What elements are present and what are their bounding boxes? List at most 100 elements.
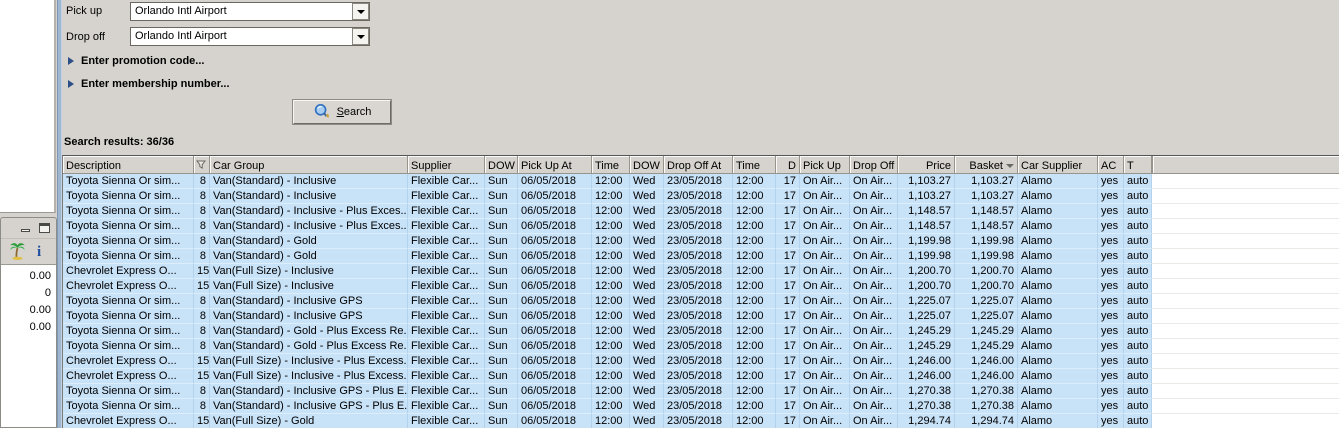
cell-ac[interactable]: yes [1098,264,1124,279]
cell-car_group[interactable]: Van(Full Size) - Inclusive - Plus Excess… [210,354,408,369]
cell-car_group[interactable]: Van(Full Size) - Inclusive - Plus Excess… [210,369,408,384]
cell-drop_off[interactable]: On Air... [850,324,898,339]
cell-supplier[interactable]: Flexible Car... [408,399,485,414]
cell-time2[interactable]: 12:00 [733,369,776,384]
cell-dow2[interactable]: Wed [630,339,664,354]
cell-price[interactable]: 1,148.57 [898,219,955,234]
column-header-price[interactable]: Price [898,156,955,174]
cell-price[interactable]: 1,200.70 [898,279,955,294]
cell-t[interactable]: auto [1124,354,1152,369]
cell-time2[interactable]: 12:00 [733,189,776,204]
cell-car_supplier[interactable]: Alamo [1018,309,1098,324]
cell-time2[interactable]: 12:00 [733,279,776,294]
cell-pick_up_at[interactable]: 06/05/2018 [518,384,592,399]
cell-pick_up[interactable]: On Air... [800,189,850,204]
cell-car_supplier[interactable]: Alamo [1018,219,1098,234]
cell-drop_off[interactable]: On Air... [850,249,898,264]
cell-time2[interactable]: 12:00 [733,324,776,339]
cell-dow2[interactable]: Wed [630,384,664,399]
cell-description[interactable]: Toyota Sienna Or sim... [63,249,194,264]
cell-car_supplier[interactable]: Alamo [1018,414,1098,428]
cell-pick_up_at[interactable]: 06/05/2018 [518,324,592,339]
cell-time2[interactable]: 12:00 [733,354,776,369]
cell-s[interactable]: 15 [194,264,210,279]
cell-time1[interactable]: 12:00 [592,279,630,294]
cell-dow1[interactable]: Sun [485,399,518,414]
cell-time2[interactable]: 12:00 [733,399,776,414]
cell-dow1[interactable]: Sun [485,339,518,354]
cell-ac[interactable]: yes [1098,384,1124,399]
cell-basket[interactable]: 1,270.38 [955,384,1018,399]
table-row[interactable]: Toyota Sienna Or sim... 8 Van(Standard) - … [63,234,1339,249]
cell-t[interactable]: auto [1124,249,1152,264]
cell-basket[interactable]: 1,199.98 [955,249,1018,264]
cell-d[interactable]: 17 [776,354,800,369]
cell-pick_up[interactable]: On Air... [800,384,850,399]
table-row[interactable]: Chevrolet Express O... 15 Van(Full Size) -… [63,354,1339,369]
cell-basket[interactable]: 1,225.07 [955,309,1018,324]
cell-ac[interactable]: yes [1098,339,1124,354]
table-row[interactable]: Chevrolet Express O... 15 Van(Full Size) -… [63,264,1339,279]
cell-d[interactable]: 17 [776,309,800,324]
cell-pick_up[interactable]: On Air... [800,204,850,219]
cell-pick_up[interactable]: On Air... [800,339,850,354]
table-row[interactable]: Chevrolet Express O... 15 Van(Full Size) -… [63,369,1339,384]
cell-d[interactable]: 17 [776,399,800,414]
cell-dow1[interactable]: Sun [485,189,518,204]
cell-pick_up_at[interactable]: 06/05/2018 [518,219,592,234]
cell-t[interactable]: auto [1124,414,1152,428]
cell-drop_off_at[interactable]: 23/05/2018 [664,369,733,384]
cell-time1[interactable]: 12:00 [592,219,630,234]
cell-time1[interactable]: 12:00 [592,324,630,339]
table-row[interactable]: Toyota Sienna Or sim... 8 Van(Standard) - … [63,399,1339,414]
cell-pick_up[interactable]: On Air... [800,234,850,249]
cell-description[interactable]: Toyota Sienna Or sim... [63,189,194,204]
column-header-ac[interactable]: AC [1098,156,1124,174]
cell-supplier[interactable]: Flexible Car... [408,369,485,384]
column-header-s[interactable]: S [194,156,210,174]
cell-drop_off_at[interactable]: 23/05/2018 [664,294,733,309]
cell-drop_off[interactable]: On Air... [850,204,898,219]
cell-s[interactable]: 8 [194,204,210,219]
cell-dow1[interactable]: Sun [485,264,518,279]
cell-pick_up_at[interactable]: 06/05/2018 [518,249,592,264]
cell-basket[interactable]: 1,245.29 [955,339,1018,354]
cell-description[interactable]: Toyota Sienna Or sim... [63,324,194,339]
cell-ac[interactable]: yes [1098,354,1124,369]
cell-t[interactable]: auto [1124,234,1152,249]
cell-description[interactable]: Chevrolet Express O... [63,354,194,369]
cell-dow2[interactable]: Wed [630,309,664,324]
cell-ac[interactable]: yes [1098,414,1124,428]
cell-ac[interactable]: yes [1098,324,1124,339]
cell-dow2[interactable]: Wed [630,354,664,369]
table-row[interactable]: Chevrolet Express O... 15 Van(Full Size) -… [63,414,1339,428]
cell-price[interactable]: 1,200.70 [898,264,955,279]
table-row[interactable]: Toyota Sienna Or sim... 8 Van(Standard) - … [63,174,1339,189]
cell-price[interactable]: 1,103.27 [898,189,955,204]
cell-description[interactable]: Chevrolet Express O... [63,414,194,428]
cell-time1[interactable]: 12:00 [592,309,630,324]
table-row[interactable]: Toyota Sienna Or sim... 8 Van(Standard) - … [63,294,1339,309]
cell-drop_off_at[interactable]: 23/05/2018 [664,174,733,189]
column-header-supplier[interactable]: Supplier [408,156,485,174]
cell-time1[interactable]: 12:00 [592,399,630,414]
cell-car_supplier[interactable]: Alamo [1018,279,1098,294]
cell-s[interactable]: 15 [194,354,210,369]
cell-car_supplier[interactable]: Alamo [1018,339,1098,354]
cell-car_supplier[interactable]: Alamo [1018,324,1098,339]
cell-drop_off[interactable]: On Air... [850,384,898,399]
cell-car_group[interactable]: Van(Standard) - Inclusive [210,174,408,189]
cell-description[interactable]: Toyota Sienna Or sim... [63,384,194,399]
cell-t[interactable]: auto [1124,219,1152,234]
cell-supplier[interactable]: Flexible Car... [408,294,485,309]
cell-car_supplier[interactable]: Alamo [1018,384,1098,399]
cell-car_group[interactable]: Van(Standard) - Inclusive GPS [210,309,408,324]
cell-car_group[interactable]: Van(Standard) - Gold [210,234,408,249]
cell-d[interactable]: 17 [776,249,800,264]
cell-drop_off_at[interactable]: 23/05/2018 [664,399,733,414]
cell-t[interactable]: auto [1124,204,1152,219]
cell-description[interactable]: Chevrolet Express O... [63,279,194,294]
cell-supplier[interactable]: Flexible Car... [408,354,485,369]
cell-drop_off_at[interactable]: 23/05/2018 [664,324,733,339]
cell-dow1[interactable]: Sun [485,279,518,294]
